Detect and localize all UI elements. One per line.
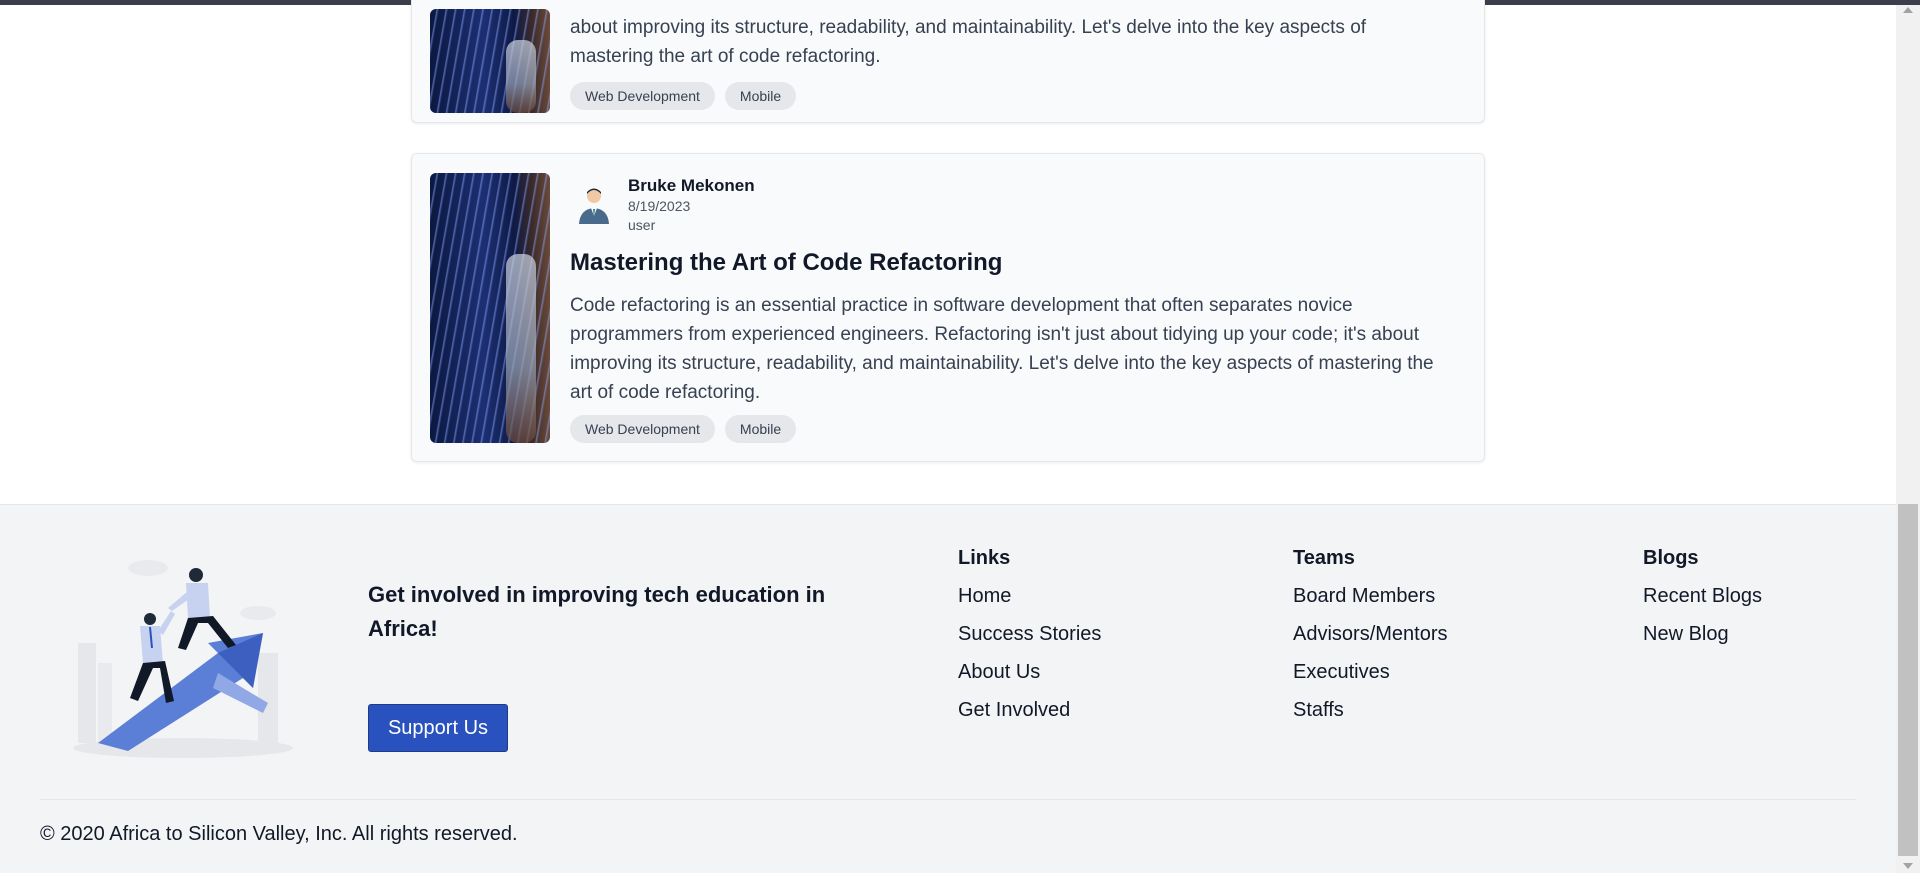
footer-column-heading: Links — [958, 547, 1011, 569]
tag[interactable]: Mobile — [724, 82, 797, 110]
post-date: 8/19/2023 — [628, 198, 691, 214]
blog-card[interactable]: Bruke Mekonen 8/19/2023 user Mastering t… — [411, 153, 1485, 462]
footer-links-column: Links Home Success Stories About Us Get … — [958, 547, 1101, 736]
blog-excerpt: about improving its structure, readabili… — [570, 17, 1367, 67]
footer-link-about-us[interactable]: About Us — [958, 660, 1101, 698]
blog-thumbnail[interactable] — [430, 173, 550, 443]
footer-column-heading: Teams — [1293, 547, 1355, 569]
scrollbar-thumb[interactable] — [1898, 504, 1918, 856]
footer-link-staffs[interactable]: Staffs — [1293, 698, 1448, 736]
tag-list: Web Development Mobile — [570, 82, 797, 110]
blog-thumbnail[interactable] — [430, 9, 550, 113]
scroll-down-arrow-icon[interactable] — [1903, 863, 1913, 869]
page: about improving its structure, readabili… — [0, 0, 1896, 873]
footer-column-heading: Blogs — [1643, 547, 1699, 569]
user-avatar-icon — [579, 188, 609, 224]
author-role: user — [628, 217, 656, 233]
footer-link-recent-blogs[interactable]: Recent Blogs — [1643, 584, 1762, 622]
blog-card[interactable]: about improving its structure, readabili… — [411, 0, 1485, 123]
footer-blogs-column: Blogs Recent Blogs New Blog — [1643, 547, 1762, 660]
footer-link-advisors-mentors[interactable]: Advisors/Mentors — [1293, 622, 1448, 660]
footer-tagline: Get involved in improving tech education… — [368, 582, 826, 641]
scroll-up-arrow-icon[interactable] — [1903, 7, 1913, 13]
tag[interactable]: Web Development — [570, 82, 715, 110]
blog-excerpt: Code refactoring is an essential practic… — [570, 295, 1434, 403]
footer-divider — [40, 799, 1856, 800]
support-us-button[interactable]: Support Us — [368, 704, 508, 752]
footer-link-new-blog[interactable]: New Blog — [1643, 622, 1762, 660]
blog-title[interactable]: Mastering the Art of Code Refactoring — [570, 249, 1002, 277]
site-footer: Get involved in improving tech education… — [0, 504, 1896, 873]
footer-link-get-involved[interactable]: Get Involved — [958, 698, 1101, 736]
copyright-text: © 2020 Africa to Silicon Valley, Inc. Al… — [40, 823, 518, 845]
vertical-scrollbar[interactable] — [1896, 5, 1920, 873]
footer-teams-column: Teams Board Members Advisors/Mentors Exe… — [1293, 547, 1448, 736]
tag[interactable]: Web Development — [570, 415, 715, 443]
tag-list: Web Development Mobile — [570, 415, 797, 443]
author-name[interactable]: Bruke Mekonen — [628, 176, 755, 196]
footer-link-executives[interactable]: Executives — [1293, 660, 1448, 698]
teamwork-illustration — [73, 560, 293, 758]
footer-link-board-members[interactable]: Board Members — [1293, 584, 1448, 622]
footer-link-success-stories[interactable]: Success Stories — [958, 622, 1101, 660]
tag[interactable]: Mobile — [724, 415, 797, 443]
footer-link-home[interactable]: Home — [958, 584, 1101, 622]
